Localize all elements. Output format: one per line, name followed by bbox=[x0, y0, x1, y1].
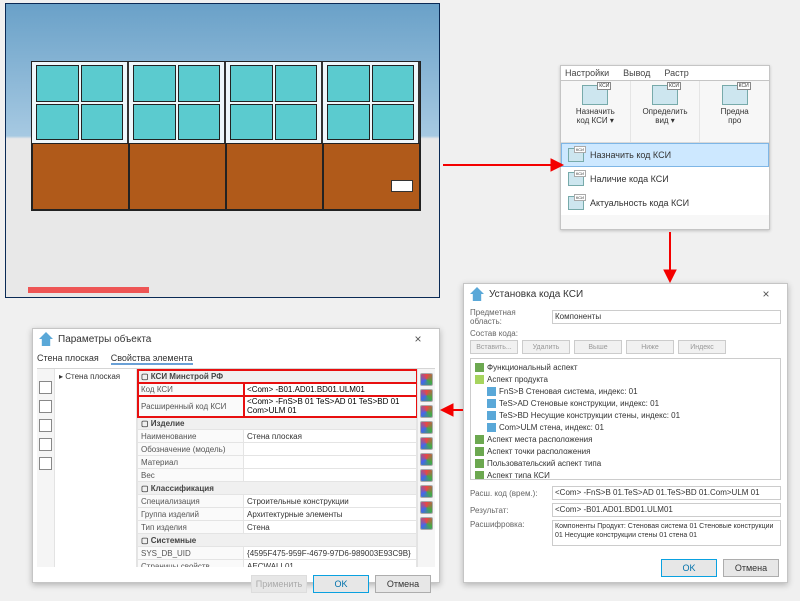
btn-up[interactable]: Выше bbox=[574, 340, 622, 354]
ribbon-btn-define-view[interactable]: Определитьвид ▾ bbox=[631, 81, 701, 142]
tool-icon[interactable] bbox=[420, 421, 433, 434]
ksi-setup-dialog: Установка кода КСИ × Предметная область:… bbox=[463, 283, 788, 583]
btn-index[interactable]: Индекс bbox=[678, 340, 726, 354]
ok-button[interactable]: OK bbox=[661, 559, 717, 577]
flow-arrow-icon bbox=[660, 232, 680, 282]
result-label: Результат: bbox=[470, 506, 548, 515]
ribbon-dropdown: Назначить код КСИ Наличие кода КСИ Актуа… bbox=[561, 143, 769, 215]
ksi-icon bbox=[568, 172, 584, 186]
ribbon-tab-row: Настройки Вывод Растр bbox=[561, 66, 769, 81]
tab-flat-wall[interactable]: Стена плоская bbox=[37, 353, 99, 365]
dialog-title: Параметры объекта bbox=[58, 334, 151, 345]
ksi-icon bbox=[568, 196, 584, 210]
ribbon-tab[interactable]: Растр bbox=[664, 68, 688, 78]
tree-node[interactable]: Аспект места расположения bbox=[475, 434, 776, 446]
btn-delete[interactable]: Удалить bbox=[522, 340, 570, 354]
tool-icon[interactable] bbox=[39, 381, 52, 394]
left-icon-strip bbox=[37, 369, 55, 567]
tool-icon[interactable] bbox=[39, 400, 52, 413]
tree-node[interactable]: Аспект типа КСИ bbox=[475, 470, 776, 480]
tool-icon[interactable] bbox=[420, 453, 433, 466]
tab-elem-props[interactable]: Свойства элемента bbox=[111, 353, 193, 365]
tool-icon[interactable] bbox=[420, 405, 433, 418]
tree-node[interactable]: Функциональный аспект bbox=[475, 362, 776, 374]
flow-arrow-icon bbox=[443, 155, 563, 175]
apply-button: Применить bbox=[251, 575, 307, 593]
dialog-title: Установка кода КСИ bbox=[489, 289, 583, 300]
tree-node[interactable]: Com>ULM стена, индекс: 01 bbox=[475, 422, 776, 434]
object-params-dialog: Параметры объекта × Стена плоская Свойст… bbox=[32, 328, 440, 583]
ribbon-btn-assign-ksi[interactable]: Назначитькод КСИ ▾ bbox=[561, 81, 631, 142]
compose-label: Состав кода: bbox=[470, 329, 781, 338]
model-3d-viewport[interactable] bbox=[5, 3, 440, 298]
flow-arrow-icon bbox=[441, 400, 463, 420]
cancel-button[interactable]: Отмена bbox=[723, 559, 779, 577]
result-field: <Com> -B01.AD01.BD01.ULM01 bbox=[552, 503, 781, 517]
ok-button[interactable]: OK bbox=[313, 575, 369, 593]
right-icon-strip bbox=[417, 369, 435, 567]
model-building bbox=[31, 61, 421, 211]
tool-icon[interactable] bbox=[420, 485, 433, 498]
ribbon-btn-precheck[interactable]: Преднапро bbox=[700, 81, 769, 142]
tool-icon[interactable] bbox=[39, 419, 52, 432]
tree-node[interactable]: Аспект продукта bbox=[475, 374, 776, 386]
close-icon[interactable]: × bbox=[751, 287, 781, 301]
menu-ksi-presence[interactable]: Наличие кода КСИ bbox=[561, 167, 769, 191]
tool-icon[interactable] bbox=[420, 501, 433, 514]
tree-node[interactable]: FnS>B Стеновая система, индекс: 01 bbox=[475, 386, 776, 398]
tool-icon[interactable] bbox=[420, 469, 433, 482]
tool-icon[interactable] bbox=[39, 457, 52, 470]
btn-down[interactable]: Ниже bbox=[626, 340, 674, 354]
view-icon bbox=[652, 85, 678, 105]
tree-node[interactable]: TeS>BD Несущие конструкции стены, индекс… bbox=[475, 410, 776, 422]
tree-node[interactable]: Аспект точки расположения bbox=[475, 446, 776, 458]
close-icon[interactable]: × bbox=[403, 332, 433, 346]
tool-icon[interactable] bbox=[420, 373, 433, 386]
ext-code-label: Расш. код (врем.): bbox=[470, 489, 548, 498]
object-tree[interactable]: ▸ Стена плоская bbox=[55, 369, 137, 567]
ribbon-tab[interactable]: Настройки bbox=[565, 68, 609, 78]
menu-ksi-actual[interactable]: Актуальность кода КСИ bbox=[561, 191, 769, 215]
dialog-icon bbox=[470, 287, 484, 301]
ext-code-field[interactable]: <Com> -FnS>B 01.TeS>AD 01.TeS>BD 01.Com>… bbox=[552, 486, 781, 500]
menu-assign-ksi[interactable]: Назначить код КСИ bbox=[561, 143, 769, 167]
code-toolbar: Вставить... Удалить Выше Ниже Индекс bbox=[470, 340, 781, 354]
tool-icon[interactable] bbox=[39, 438, 52, 451]
property-grid[interactable]: ▢ КСИ Минстрой РФ Код КСИ<Com> -B01.AD01… bbox=[137, 369, 417, 567]
domain-label: Предметная область: bbox=[470, 308, 548, 326]
btn-insert[interactable]: Вставить... bbox=[470, 340, 518, 354]
ksi-icon bbox=[568, 148, 584, 162]
ribbon-panel: Настройки Вывод Растр Назначитькод КСИ ▾… bbox=[560, 65, 770, 230]
dialog-icon bbox=[39, 332, 53, 346]
cancel-button[interactable]: Отмена bbox=[375, 575, 431, 593]
ksi-icon bbox=[582, 85, 608, 105]
domain-select[interactable]: Компоненты bbox=[552, 310, 781, 324]
tool-icon[interactable] bbox=[420, 517, 433, 530]
tree-node[interactable]: Пользовательский аспект типа bbox=[475, 458, 776, 470]
check-icon bbox=[722, 85, 748, 105]
tool-icon[interactable] bbox=[420, 389, 433, 402]
ribbon-tab[interactable]: Вывод bbox=[623, 68, 650, 78]
aspect-tree[interactable]: Функциональный аспектАспект продуктаFnS>… bbox=[470, 358, 781, 480]
tree-node[interactable]: TeS>AD Стеновые конструкции, индекс: 01 bbox=[475, 398, 776, 410]
decode-label: Расшифровка: bbox=[470, 520, 548, 529]
tool-icon[interactable] bbox=[420, 437, 433, 450]
decode-field: Компоненты Продукт: Стеновая система 01 … bbox=[552, 520, 781, 546]
